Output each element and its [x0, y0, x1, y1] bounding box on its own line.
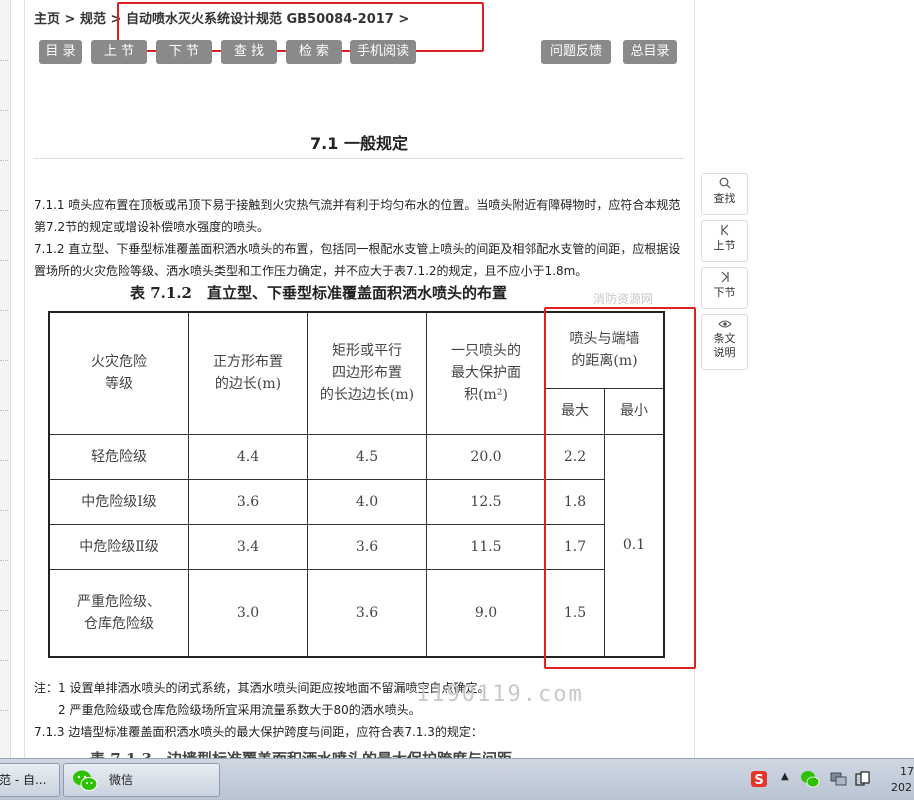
clock-time[interactable]: 17	[900, 765, 914, 778]
cell-hazard: 严重危险级、 仓库危险级	[48, 568, 189, 658]
taskbar: 范 - 自... 微信 S ▲ 17 202	[0, 758, 914, 800]
header-area: 一只喷头的最大保护面积(m²)	[426, 311, 546, 435]
cell-hazard: 轻危险级	[48, 433, 189, 480]
cell-rect: 4.5	[307, 433, 427, 480]
breadcrumb-spec[interactable]: 规范	[80, 12, 106, 27]
feedback-button[interactable]: 问题反馈	[541, 40, 611, 64]
header-line: 等级	[105, 376, 133, 393]
cell-line: 严重危险级、	[77, 593, 161, 610]
header-line: 一只喷头的	[451, 343, 521, 360]
left-panel-strip	[0, 0, 11, 758]
side-prev-label: 上节	[713, 239, 736, 252]
cell-square: 3.6	[188, 478, 308, 525]
header-line: 最大保护面	[451, 365, 521, 382]
header-line: 的长边边长(m)	[319, 387, 415, 404]
side-explanation-label: 条文说明	[713, 332, 736, 359]
table-caption: 表 7.1.2 直立型、下垂型标准覆盖面积洒水喷头的布置	[130, 284, 507, 302]
cell-square: 3.4	[188, 523, 308, 570]
clock-date[interactable]: 202	[891, 781, 912, 794]
svg-text:S: S	[754, 773, 763, 788]
side-prev-button[interactable]: 上节	[701, 220, 748, 262]
wechat-icon	[72, 769, 98, 791]
prev-icon	[702, 224, 747, 239]
taskbar-wechat-item[interactable]: 微信	[63, 763, 220, 797]
tray-wechat-icon[interactable]	[800, 770, 820, 791]
header-rect: 矩形或平行四边形布置的长边边长(m)	[307, 311, 427, 435]
cell-rect: 4.0	[307, 478, 427, 525]
search-button[interactable]: 检 索	[286, 40, 342, 64]
cell-square: 3.0	[188, 568, 308, 658]
cell-rect: 3.6	[307, 568, 427, 658]
eye-icon	[702, 318, 747, 332]
watermark-text: 消防资源网	[593, 292, 654, 306]
clause-7-1-3: 7.1.3 边墙型标准覆盖面积洒水喷头的最大保护跨度与间距，应符合表7.1.3的…	[34, 725, 483, 739]
title-divider	[34, 158, 684, 159]
cell-hazard: 中危险级Ⅰ级	[48, 478, 189, 525]
sogou-ime-icon[interactable]: S	[750, 770, 768, 791]
clause-7-1-2: 7.1.2 直立型、下垂型标准覆盖面积洒水喷头的布置，包括同一根配水支管上喷头的…	[34, 242, 681, 278]
header-line: 矩形或平行	[332, 343, 402, 360]
system-tray: S ▲ 17 202	[745, 759, 914, 800]
note-2: 2 严重危险级或仓库危险级场所宜采用流量系数大于80的洒水喷头。	[58, 703, 421, 717]
taskbar-browser-item[interactable]: 范 - 自...	[0, 763, 60, 797]
header-line: 正方形布置	[213, 354, 283, 371]
prev-section-button[interactable]: 上 节	[91, 40, 147, 64]
side-find-button[interactable]: 查找	[701, 173, 748, 215]
catalog-button[interactable]: 目 录	[39, 40, 82, 64]
header-hazard: 火灾危险 等级	[48, 311, 189, 435]
cell-line: 仓库危险级	[84, 615, 154, 632]
site-watermark: 1190119.com	[416, 682, 584, 707]
cell-area: 12.5	[426, 478, 546, 525]
taskbar-wechat-label: 微信	[109, 773, 134, 787]
next-section-button[interactable]: 下 节	[156, 40, 212, 64]
clause-7-1-1: 7.1.1 喷头应布置在顶板或吊顶下易于接触到火灾热气流并有利于均匀布水的位置。…	[34, 198, 681, 234]
breadcrumb-home[interactable]: 主页	[34, 12, 60, 27]
network-icon[interactable]	[829, 771, 847, 790]
cell-area: 9.0	[426, 568, 546, 658]
wall-distance-highlight-box	[544, 307, 696, 669]
side-next-label: 下节	[713, 286, 736, 299]
taskbar-browser-label: 范 - 自...	[0, 773, 47, 787]
tray-expand-icon[interactable]: ▲	[781, 771, 789, 782]
next-table-caption: 表 7.1.3 边墙型标准覆盖面积洒水喷头的最大保护跨度与间距	[90, 748, 512, 758]
section-title: 7.1 一般规定	[310, 134, 408, 153]
next-icon	[702, 271, 747, 286]
side-find-label: 查找	[713, 192, 736, 205]
cell-rect: 3.6	[307, 523, 427, 570]
cell-square: 4.4	[188, 433, 308, 480]
cell-hazard: 中危险级Ⅱ级	[48, 523, 189, 570]
search-icon	[702, 177, 747, 192]
side-explanation-button[interactable]: 条文说明	[701, 314, 748, 370]
header-line: 火灾危险	[91, 354, 147, 371]
header-line: 四边形布置	[332, 365, 402, 382]
find-button[interactable]: 查 找	[221, 40, 277, 64]
all-catalog-button[interactable]: 总目录	[623, 40, 677, 64]
content-left-border	[24, 0, 25, 758]
header-line: 积(m²)	[464, 387, 508, 404]
mobile-read-button[interactable]: 手机阅读	[350, 40, 416, 64]
breadcrumb-separator: >	[60, 12, 80, 27]
cell-area: 11.5	[426, 523, 546, 570]
action-center-icon[interactable]	[855, 771, 871, 790]
header-square: 正方形布置的边长(m)	[188, 311, 308, 435]
side-next-button[interactable]: 下节	[701, 267, 748, 309]
header-line: 的边长(m)	[214, 376, 282, 393]
cell-area: 20.0	[426, 433, 546, 480]
